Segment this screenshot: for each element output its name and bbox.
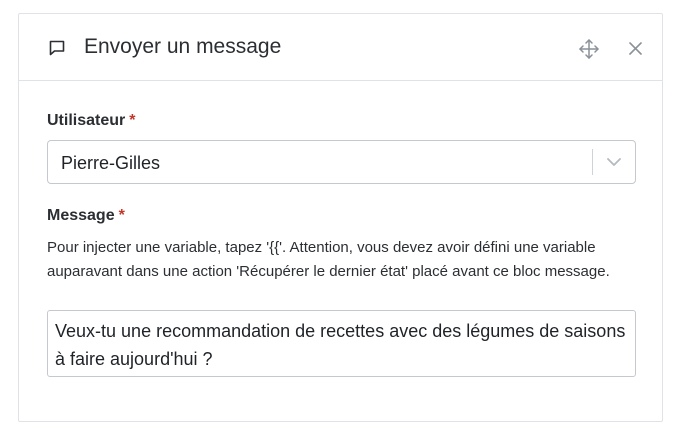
send-message-dialog: Envoyer un message Utilisateur * Pierre-G… [18, 13, 663, 422]
user-label-text: Utilisateur [47, 112, 126, 129]
required-marker: * [118, 207, 125, 224]
user-select-value: Pierre-Gilles [61, 153, 161, 173]
message-help-text: Pour injecter une variable, tapez '{{'. … [47, 239, 610, 280]
message-field-label: Message * [47, 206, 125, 226]
message-square-icon [49, 40, 65, 56]
dialog-title: Envoyer un message [84, 35, 282, 58]
required-marker: * [129, 112, 136, 129]
chevron-down-icon[interactable] [607, 156, 621, 168]
close-icon[interactable] [628, 41, 643, 56]
message-textarea[interactable]: Veux-tu une recommandation de recettes a… [47, 310, 636, 377]
move-arrows-icon[interactable] [578, 38, 600, 60]
user-field-label: Utilisateur * [47, 111, 135, 131]
user-select[interactable]: Pierre-Gilles [47, 140, 636, 184]
dialog-header: Envoyer un message [19, 14, 662, 81]
message-label-text: Message [47, 207, 115, 224]
select-separator [592, 149, 593, 175]
